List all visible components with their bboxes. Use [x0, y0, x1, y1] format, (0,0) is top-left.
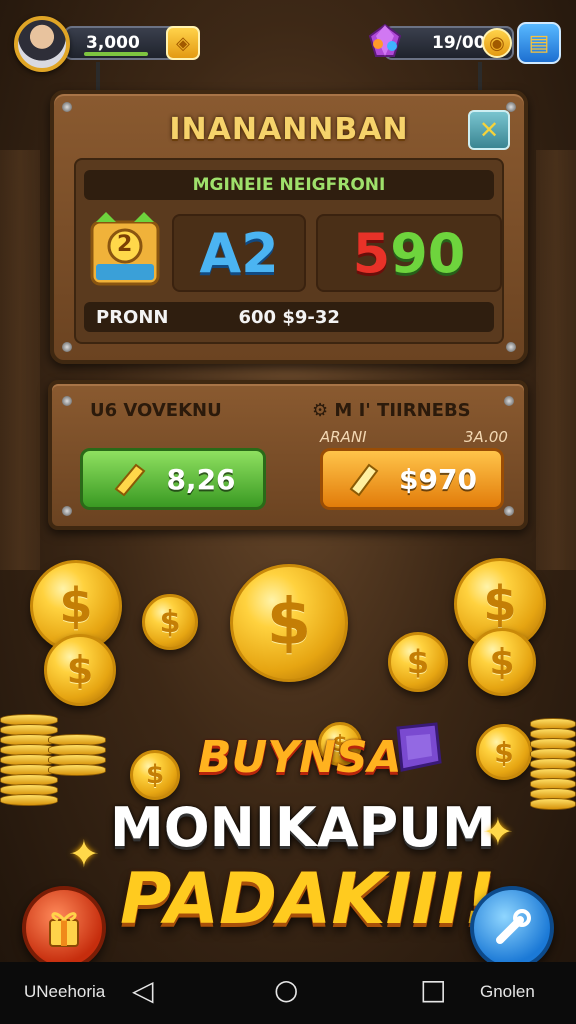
gems-value: 19/00: [432, 33, 486, 53]
badge-icon: 2: [86, 212, 164, 292]
coin-icon[interactable]: ◉: [482, 28, 512, 58]
score-right-green: 90: [390, 221, 466, 285]
orange-button-label: $970: [399, 462, 477, 496]
coin-icon: $: [142, 594, 198, 650]
system-navbar: UNeehoria ◁ ○ □ Gnolen: [0, 962, 576, 1024]
back-icon[interactable]: ◁: [132, 974, 154, 1007]
coin-stack: [48, 734, 106, 776]
panel-footer: PRONN 600 $9-32: [84, 302, 494, 332]
rivet: [506, 342, 516, 352]
home-icon[interactable]: ○: [274, 973, 298, 1006]
right-offer-label: ⚙ M I' TIIRNEBS: [312, 400, 471, 421]
avatar[interactable]: [14, 16, 70, 72]
coins-value: 3,000: [86, 33, 140, 53]
navbar-left-label[interactable]: UNeehoria: [24, 982, 105, 1002]
close-icon: ✕: [478, 116, 500, 144]
footer-label: PRONN: [96, 306, 169, 328]
coin-stack: [530, 718, 576, 810]
navbar-right-label[interactable]: Gnolen: [480, 982, 535, 1002]
rivet: [62, 342, 72, 352]
star-icon: ✦: [68, 832, 100, 876]
promo-line-3: PADAKIII!: [120, 858, 496, 940]
score-left: A2: [172, 214, 306, 292]
coin-icon: $: [476, 724, 532, 780]
wrench-icon: [496, 909, 531, 944]
gem-icon: [368, 23, 402, 57]
coin-icon[interactable]: ◈: [166, 26, 200, 60]
score-left-value: A2: [199, 221, 279, 285]
buy-orange-button[interactable]: $970: [320, 448, 504, 510]
tools-button[interactable]: [470, 886, 554, 970]
coins-progress-bar: [84, 52, 148, 56]
coin-icon: $: [468, 628, 536, 696]
score-right-red: 5: [352, 221, 391, 285]
background-plank: [0, 150, 40, 570]
green-button-label: 8,26: [166, 462, 236, 496]
panel-inner: MGINEIE NEIGFRONI 2 A2 5 90 PRONN 600 $9…: [74, 158, 504, 344]
rivet: [62, 506, 72, 516]
badge-number: 2: [117, 232, 133, 257]
panel-subtitle: MGINEIE NEIGFRONI: [84, 170, 494, 200]
background-plank: [536, 150, 576, 570]
coin-icon: $: [130, 750, 180, 800]
gold-bar-icon: [349, 463, 379, 497]
recents-icon[interactable]: □: [420, 973, 446, 1006]
panel-title: INANANNBAN: [169, 112, 409, 147]
right-offer-sub-right: 3A.00: [464, 428, 508, 446]
close-button[interactable]: ✕: [468, 110, 510, 150]
stats-panel: INANANNBAN ✕ MGINEIE NEIGFRONI 2 A2 5 90…: [50, 90, 528, 364]
coin-icon: $: [230, 564, 348, 682]
gold-bar-icon: [115, 463, 146, 497]
score-right: 5 90: [316, 214, 502, 292]
gift-button[interactable]: [22, 886, 106, 970]
gift-icon: [49, 912, 79, 947]
promo-line-1: BUYNSA: [198, 732, 402, 783]
coin-icon: $: [388, 632, 448, 692]
coin-icon: $: [44, 634, 116, 706]
buy-green-button[interactable]: 8,26: [80, 448, 266, 510]
rivet: [62, 102, 72, 112]
footer-value: 600 $9-32: [238, 306, 340, 328]
shop-button[interactable]: ▤: [517, 22, 561, 64]
coins-counter: 3,000: [64, 26, 180, 60]
right-offer-sub-left: ARANI: [320, 428, 367, 446]
rivet: [62, 396, 72, 406]
left-offer-label: U6 VOVEKNU: [90, 400, 222, 421]
rivet: [506, 102, 516, 112]
promo-line-2: MONIKAPUM: [110, 796, 496, 859]
offers-panel: U6 VOVEKNU ⚙ M I' TIIRNEBS ARANI 3A.00 8…: [48, 380, 528, 530]
star-icon: ✦: [482, 810, 514, 854]
rivet: [504, 506, 514, 516]
rivet: [504, 396, 514, 406]
top-bar: 3,000 ◈ 19/00 ◉ ▤: [0, 0, 576, 80]
shop-icon: ▤: [528, 30, 550, 56]
